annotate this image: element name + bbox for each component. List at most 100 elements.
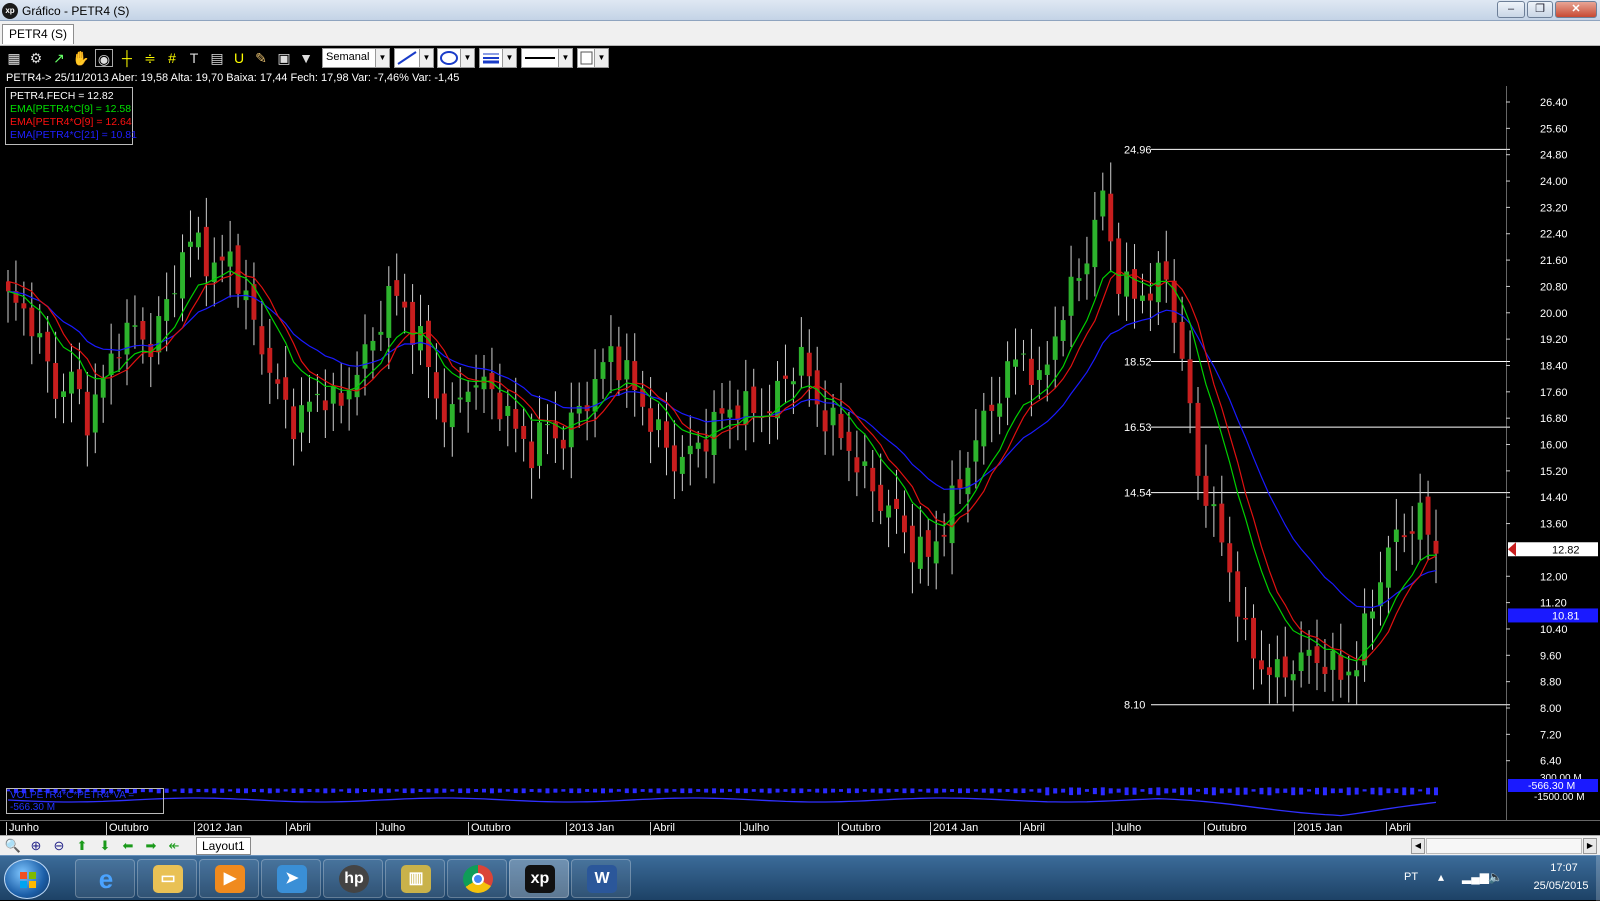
chevron-down-icon: ▼ xyxy=(594,49,608,67)
close-button[interactable]: ✕ xyxy=(1555,1,1597,18)
volume-bar xyxy=(442,788,447,793)
zoom-in-icon[interactable]: ⊕ xyxy=(27,837,45,855)
maximize-button[interactable]: ❐ xyxy=(1527,1,1553,18)
volume-bar xyxy=(1402,787,1407,796)
filter-icon[interactable]: ▼ xyxy=(297,49,315,67)
time-axis-label: Junho xyxy=(6,822,39,835)
taskbar-ie[interactable]: e xyxy=(75,859,135,898)
language-indicator[interactable]: PT xyxy=(1404,871,1418,883)
volume-bar xyxy=(1338,788,1343,793)
hand-icon[interactable]: ✋ xyxy=(72,49,90,67)
candle-body xyxy=(1385,547,1391,588)
chart-type-icon[interactable]: ▦ xyxy=(5,49,23,67)
candle-body xyxy=(505,406,511,416)
clock-date[interactable]: 25/05/2015 xyxy=(1524,880,1598,892)
volume-bar xyxy=(593,788,598,793)
line-tool-select[interactable]: ▼ xyxy=(394,48,434,68)
candle-body xyxy=(61,391,66,398)
trend-icon[interactable]: ↗ xyxy=(50,49,68,67)
line-style-icon xyxy=(525,57,555,59)
candle-body xyxy=(592,379,598,412)
taskbar-word[interactable]: W xyxy=(571,859,631,898)
volume-bar xyxy=(331,788,336,793)
price-chart[interactable]: 24.96 18.52 16.53 14.54 8.10 xyxy=(6,86,1510,786)
volume-bar xyxy=(1410,787,1415,795)
tray-chevron-up-icon[interactable]: ▴ xyxy=(1438,870,1444,884)
candle-body xyxy=(481,376,487,390)
app-4-icon: ➤ xyxy=(277,865,307,893)
taskbar-explorer[interactable]: ▭ xyxy=(137,859,197,898)
go-to-start-icon[interactable]: ↞ xyxy=(165,837,183,855)
scroll-left-button[interactable]: ◀ xyxy=(1411,838,1425,854)
taskbar-app-4[interactable]: ➤ xyxy=(261,859,321,898)
zoom-out-icon[interactable]: ⊖ xyxy=(50,837,68,855)
candle-body xyxy=(1393,529,1399,542)
volume-bar xyxy=(1330,788,1335,794)
zoom-icon[interactable]: ◉ xyxy=(95,49,113,67)
volume-bar xyxy=(973,789,978,792)
price-tick-label: 18.40 xyxy=(1540,360,1568,372)
volume-bar xyxy=(918,789,923,792)
taskbar-chrome[interactable] xyxy=(447,859,507,898)
calculator-icon[interactable]: ▤ xyxy=(208,49,226,67)
search-icon[interactable]: 🔍 xyxy=(4,837,22,855)
volume-chart-svg xyxy=(6,787,1438,817)
eraser-icon[interactable]: ✎ xyxy=(252,49,270,67)
volume-bar xyxy=(926,788,931,793)
volume-bar xyxy=(220,788,225,793)
volume-icon[interactable]: 🔈 xyxy=(1488,870,1503,884)
line-style-select[interactable]: ▼ xyxy=(521,48,573,68)
xp-app-icon: xp xyxy=(2,3,18,19)
candle-body xyxy=(648,408,654,432)
volume-bar xyxy=(259,788,264,793)
volume-bar xyxy=(1124,787,1129,796)
candle-body xyxy=(870,467,876,492)
arrow-up-icon[interactable]: ⬆ xyxy=(73,837,91,855)
time-axis-label: Julho xyxy=(1112,822,1141,835)
crosshair-icon[interactable]: ┼ xyxy=(118,49,136,67)
price-tick-label: 26.40 xyxy=(1540,97,1568,109)
clock-time[interactable]: 17:07 xyxy=(1534,862,1594,874)
grid-lines-icon[interactable]: # xyxy=(163,49,181,67)
layout-tab[interactable]: Layout1 xyxy=(196,837,251,855)
taskbar-xp[interactable]: xp xyxy=(509,859,569,898)
ema21-marker-label: 10.81 xyxy=(1552,610,1580,622)
line-width-select[interactable]: ▼ xyxy=(479,48,517,68)
signal-icon[interactable]: ▂▄▆ xyxy=(1462,870,1489,884)
volume-bar xyxy=(1180,787,1185,796)
windows-taskbar: e ▭ ▶ ➤ hp ▥ xp W PT ▴ ▂▄▆ 🔈 17:07 25/05… xyxy=(0,855,1600,901)
arrow-left-icon[interactable]: ⬅ xyxy=(119,837,137,855)
volume-bar xyxy=(664,788,669,793)
candle-body xyxy=(537,422,542,466)
magnet-icon[interactable]: U xyxy=(230,49,248,67)
start-button[interactable] xyxy=(4,859,50,899)
taskbar-hp[interactable]: hp xyxy=(323,859,383,898)
horizontal-scrollbar[interactable] xyxy=(1426,838,1582,854)
candle-body xyxy=(878,484,884,511)
volume-bar xyxy=(577,788,582,794)
window-title: Gráfico - PETR4 (S) xyxy=(22,4,130,18)
taskbar-media-player[interactable]: ▶ xyxy=(199,859,259,898)
show-desktop-button[interactable] xyxy=(1596,856,1600,901)
tab-petr4[interactable]: PETR4 (S) xyxy=(2,24,75,44)
scroll-right-button[interactable]: ▶ xyxy=(1583,838,1597,854)
text-tool-icon[interactable]: T xyxy=(185,49,203,67)
arrow-right-icon[interactable]: ➡ xyxy=(142,837,160,855)
volume-bar xyxy=(275,788,280,793)
clipboard-icon[interactable]: ▣ xyxy=(275,49,293,67)
volume-bar xyxy=(965,788,970,794)
volume-pane[interactable] xyxy=(0,786,1600,820)
candle-body xyxy=(656,419,661,431)
candle-body xyxy=(29,307,35,337)
color-select[interactable]: ▼ xyxy=(577,48,609,68)
taskbar-app-6[interactable]: ▥ xyxy=(385,859,445,898)
minimize-button[interactable]: – xyxy=(1497,1,1525,18)
parallel-lines-icon[interactable]: ≑ xyxy=(141,49,159,67)
candle-body xyxy=(1417,502,1423,540)
time-axis-label: 2014 Jan xyxy=(930,822,978,835)
shape-tool-select[interactable]: ▼ xyxy=(437,48,475,68)
period-select[interactable]: Semanal ▼ xyxy=(322,48,390,68)
gear-icon[interactable]: ⚙ xyxy=(27,49,45,67)
price-tick-label: 11.20 xyxy=(1540,598,1567,610)
arrow-down-icon[interactable]: ⬇ xyxy=(96,837,114,855)
